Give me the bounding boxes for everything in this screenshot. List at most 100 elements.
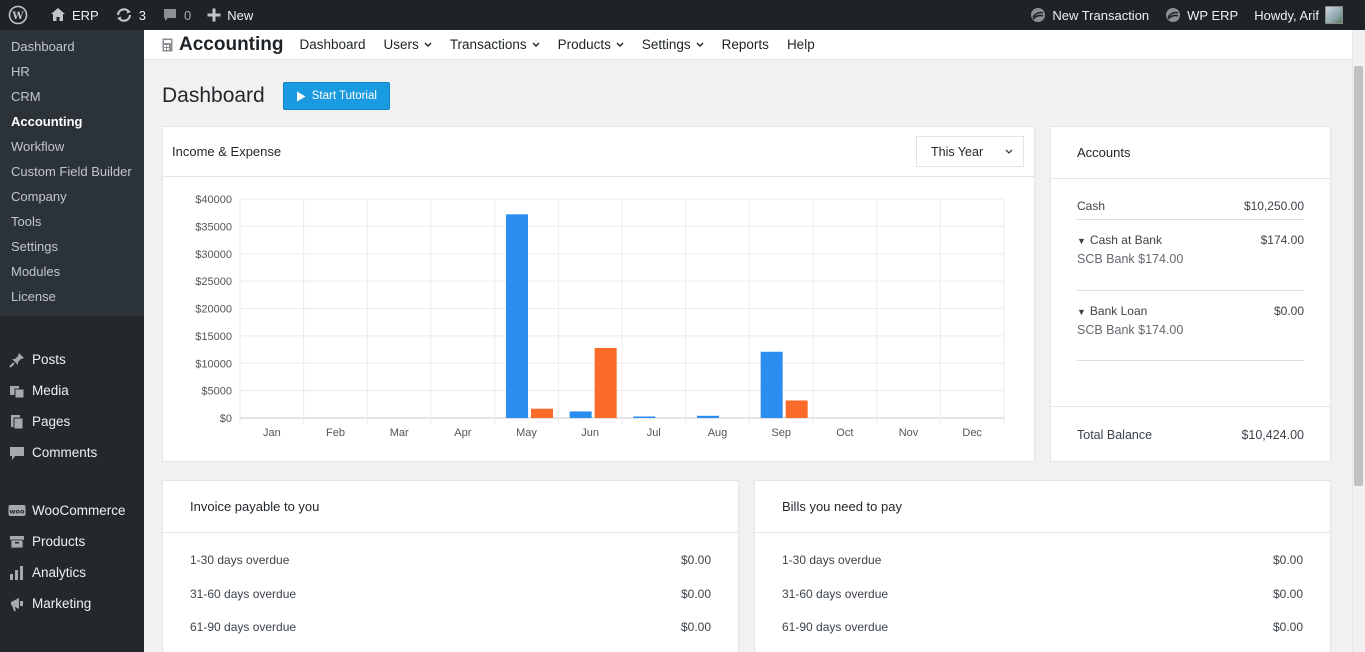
menu-item-analytics[interactable]: Analytics [0, 557, 144, 588]
updates-count: 3 [138, 7, 146, 23]
start-tutorial-button[interactable]: Start Tutorial [282, 82, 390, 110]
updates-link[interactable]: 3 [107, 0, 154, 30]
updates-icon [116, 8, 131, 22]
list-item[interactable]: 1-30 days overdue $0.00 [782, 553, 1303, 567]
income-expense-title: Income & Expense [172, 144, 282, 159]
chart-bar [785, 400, 808, 418]
archive-box-icon [8, 533, 26, 551]
account-sub-scb-bank: SCB Bank $174.00 [1077, 323, 1184, 337]
nav-reports[interactable]: Reports [722, 37, 769, 52]
comments-link[interactable]: 0 [154, 0, 199, 30]
nav-help[interactable]: Help [787, 37, 815, 52]
list-item[interactable]: 61-90 days overdue $0.00 [190, 620, 711, 634]
menu-label-comments: Comments [32, 445, 98, 460]
menu-label-media: Media [32, 383, 69, 398]
chart-bar [633, 416, 656, 418]
account-row-cash[interactable]: Cash $10,250.00 [1077, 199, 1304, 213]
submenu-item-tools[interactable]: Tools [0, 209, 144, 234]
nav-users[interactable]: Users [384, 37, 432, 52]
x-tick-label: Sep [771, 427, 791, 439]
account-label-text: Cash at Bank [1089, 233, 1162, 247]
submenu-item-modules[interactable]: Modules [0, 259, 144, 284]
menu-item-woocommerce[interactable]: woo WooCommerce [0, 495, 144, 526]
new-transaction-link[interactable]: New Transaction [1022, 0, 1157, 30]
chart-bar [531, 408, 553, 418]
menu-label-pages: Pages [32, 414, 71, 429]
menu-item-media[interactable]: Media [0, 375, 144, 406]
menu-item-posts[interactable]: Posts [0, 344, 144, 375]
submenu-item-custom-field-builder[interactable]: Custom Field Builder [0, 159, 144, 184]
period-select-value: This Year [931, 144, 984, 159]
nav-settings[interactable]: Settings [642, 37, 704, 52]
submenu-item-company[interactable]: Company [0, 184, 144, 209]
triangle-down-icon: ▼ [1077, 236, 1086, 246]
list-item[interactable]: 61-90 days overdue $0.00 [782, 620, 1303, 634]
comments-icon [8, 444, 26, 462]
account-row-cash-at-bank[interactable]: ▼ Cash at Bank $174.00 [1077, 233, 1304, 247]
wordpress-logo-button[interactable]: W [0, 0, 42, 30]
bar-chart-icon [8, 564, 26, 582]
nav-transactions[interactable]: Transactions [450, 37, 540, 52]
page-scrollbar[interactable] [1352, 30, 1365, 652]
y-tick-label: $20000 [195, 304, 232, 316]
invoice-payable-title: Invoice payable to you [190, 499, 320, 514]
account-value: $174.00 [1260, 233, 1304, 247]
submenu-item-workflow[interactable]: Workflow [0, 134, 144, 159]
x-tick-label: May [516, 427, 537, 439]
income-expense-chart: $0 $5000 $10000 $15000 $20000 $25000 $30000 $35… [195, 194, 1005, 439]
overdue-label: 61-90 days overdue [782, 620, 889, 634]
x-tick-label: Oct [836, 427, 853, 439]
my-account-link[interactable]: Howdy, Arif [1246, 0, 1365, 30]
chart-bar [697, 415, 719, 418]
overdue-label: 61-90 days overdue [190, 620, 297, 634]
list-item[interactable]: 31-60 days overdue $0.00 [190, 587, 711, 601]
menu-item-marketing[interactable]: Marketing [0, 588, 144, 619]
menu-label-products: Products [32, 534, 86, 549]
comments-count: 0 [183, 7, 192, 23]
x-tick-label: Apr [454, 427, 471, 439]
account-label: Cash [1077, 199, 1106, 213]
list-item[interactable]: 1-30 days overdue $0.00 [190, 553, 711, 567]
submenu-item-hr[interactable]: HR [0, 59, 144, 84]
scrollbar-thumb[interactable] [1354, 66, 1363, 486]
invoice-payable-header: Invoice payable to you [163, 481, 738, 533]
home-icon [51, 8, 65, 21]
brand-label: Accounting [179, 33, 284, 55]
main-content: Accounting Dashboard Users Transactions … [144, 30, 1352, 652]
nav-label: Help [786, 37, 815, 52]
list-item[interactable]: 31-60 days overdue $0.00 [782, 587, 1303, 601]
menu-item-comments[interactable]: Comments [0, 437, 144, 468]
invoice-payable-card: Invoice payable to you 1-30 days overdue… [162, 480, 739, 652]
account-label: ▼ Bank Loan [1077, 304, 1147, 318]
submenu-item-settings[interactable]: Settings [0, 234, 144, 259]
accounts-header: Accounts [1051, 127, 1330, 179]
new-content-link[interactable]: New [199, 0, 261, 30]
submenu-item-accounting[interactable]: Accounting [0, 109, 144, 134]
chevron-down-icon [424, 42, 432, 47]
erp-logo-icon [1031, 8, 1046, 22]
submenu-item-crm[interactable]: CRM [0, 84, 144, 109]
overdue-value: $0.00 [680, 553, 711, 567]
account-row-bank-loan[interactable]: ▼ Bank Loan $0.00 [1077, 304, 1304, 318]
period-select[interactable]: This Year [916, 136, 1024, 167]
nav-dashboard[interactable]: Dashboard [300, 37, 366, 52]
chart-bar [506, 214, 528, 418]
x-tick-label: Aug [708, 427, 728, 439]
menu-item-pages[interactable]: Pages [0, 406, 144, 437]
submenu-item-license[interactable]: License [0, 284, 144, 309]
x-tick-label: Jul [647, 427, 661, 439]
overdue-value: $0.00 [680, 620, 711, 634]
menu-item-products[interactable]: Products [0, 526, 144, 557]
media-icon [8, 382, 26, 400]
accounting-brand[interactable]: Accounting [162, 34, 284, 56]
account-label-text: Bank Loan [1089, 304, 1148, 318]
bills-to-pay-header: Bills you need to pay [755, 481, 1330, 533]
submenu-item-dashboard[interactable]: Dashboard [0, 34, 144, 59]
divider [1077, 290, 1304, 291]
chart-bar [569, 411, 592, 418]
y-tick-label: $35000 [195, 221, 232, 233]
site-name-link[interactable]: ERP [42, 0, 107, 30]
wp-erp-link[interactable]: WP ERP [1157, 0, 1246, 30]
admin-bar: W ERP 3 0 New New Transaction WP ERP How… [0, 0, 1365, 30]
nav-products[interactable]: Products [558, 37, 624, 52]
